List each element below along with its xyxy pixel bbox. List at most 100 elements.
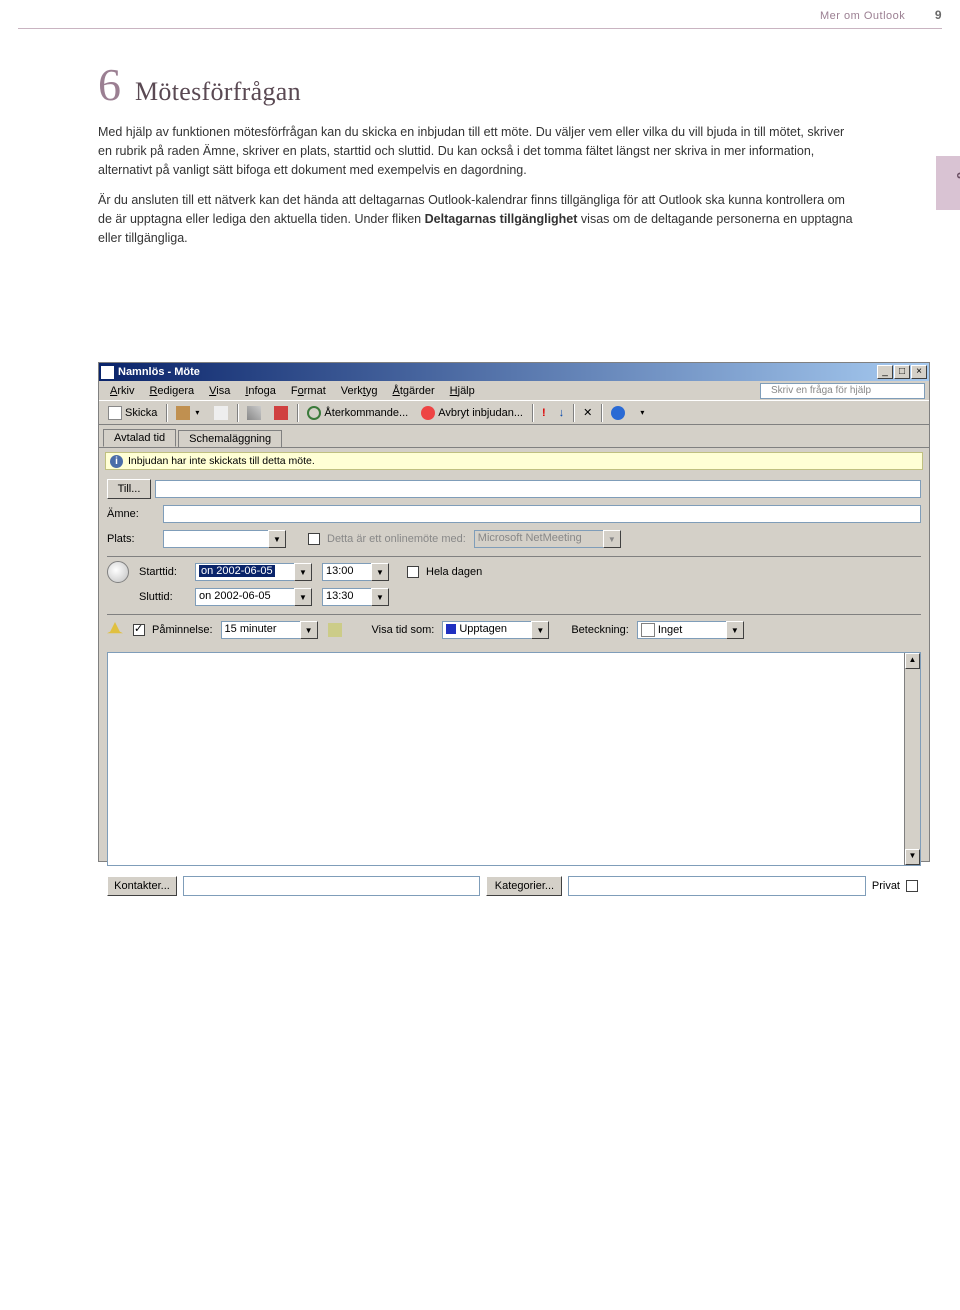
categories-button[interactable]: Kategorier... (486, 876, 562, 896)
label-label: Beteckning: (571, 624, 628, 636)
tabs: Avtalad tid Schemaläggning (99, 425, 929, 447)
private-label: Privat (872, 880, 900, 892)
paste-icon (214, 406, 228, 420)
showas-combo[interactable]: Upptagen▼ (442, 621, 549, 639)
reminder-label: Påminnelse: (152, 624, 213, 636)
attach-button[interactable] (241, 403, 267, 423)
subject-field[interactable] (163, 505, 921, 523)
help-tool[interactable] (605, 403, 631, 423)
priority-high-button[interactable]: ! (536, 403, 552, 423)
private-checkbox[interactable] (906, 880, 918, 892)
outlook-window: Namnlös - Möte _ □ × Arkiv Redigera Visa… (98, 362, 930, 862)
reminder-checkbox[interactable] (133, 624, 145, 636)
location-label: Plats: (107, 533, 159, 545)
menu-hjalp[interactable]: Hjälp (443, 384, 482, 398)
menu-arkiv[interactable]: Arkiv (103, 384, 141, 398)
contacts-field[interactable] (183, 876, 480, 896)
clock-icon (107, 561, 129, 583)
tab-avtalad-tid[interactable]: Avtalad tid (103, 429, 176, 447)
chapter-number: 6 (98, 58, 121, 111)
online-label: Detta är ett onlinemöte med: (327, 533, 466, 545)
contacts-button[interactable]: Kontakter... (107, 876, 177, 896)
send-button[interactable]: Skicka (102, 403, 163, 423)
window-icon (101, 366, 114, 379)
online-checkbox[interactable] (308, 533, 320, 545)
chapter-title: Mötesförfrågan (135, 77, 301, 107)
help-search[interactable]: Skriv en fråga för hjälp (760, 383, 925, 399)
start-label: Starttid: (139, 566, 191, 578)
arrow-down-icon: ↓ (559, 407, 565, 419)
flag-icon (274, 406, 288, 420)
insert-tool-1[interactable] (208, 403, 234, 423)
end-date[interactable]: on 2002-06-05▼ (195, 588, 312, 606)
info-text: Inbjudan har inte skickats till detta mö… (128, 455, 315, 467)
to-button[interactable]: Till... (107, 479, 151, 499)
accounts-icon (176, 406, 190, 420)
paragraph-2: Är du ansluten till ett nätverk kan det … (98, 191, 858, 247)
end-time[interactable]: 13:30▼ (322, 588, 389, 606)
scroll-up-icon[interactable]: ▲ (905, 653, 920, 669)
bottom-bar: Kontakter... Kategorier... Privat (99, 870, 929, 902)
speaker-icon (328, 623, 342, 637)
priority-low-button[interactable]: ↓ (553, 403, 571, 423)
recurring-button[interactable]: Återkommande... (301, 403, 414, 423)
recurrence-icon (307, 406, 321, 420)
end-label: Sluttid: (139, 591, 191, 603)
side-page-number: 9 (955, 172, 960, 179)
menu-redigera[interactable]: Redigera (142, 384, 201, 398)
delete-tool[interactable]: ✕ (577, 403, 598, 423)
online-app-combo: Microsoft NetMeeting▼ (474, 530, 621, 548)
header-rule (18, 28, 942, 29)
sound-button[interactable] (322, 620, 348, 640)
overflow-tool[interactable]: ▾ (632, 403, 652, 423)
menu-format[interactable]: Format (284, 384, 333, 398)
busy-swatch-icon (446, 624, 456, 634)
categories-field[interactable] (568, 876, 865, 896)
bell-icon (107, 622, 123, 638)
help-icon (611, 406, 625, 420)
start-date[interactable]: on 2002-06-05▼ (195, 563, 312, 581)
tab-schemalaggning[interactable]: Schemaläggning (178, 430, 282, 447)
paragraph-1: Med hjälp av funktionen mötesförfrågan k… (98, 123, 858, 179)
maximize-button[interactable]: □ (894, 365, 910, 379)
menu-verktyg[interactable]: Verktyg (334, 384, 385, 398)
start-time[interactable]: 13:00▼ (322, 563, 389, 581)
label-swatch-icon (641, 623, 655, 637)
flag-button[interactable] (268, 403, 294, 423)
body-text: 6 Mötesförfrågan Med hjälp av funktionen… (98, 54, 858, 248)
scroll-down-icon[interactable]: ▼ (905, 849, 920, 865)
location-combo[interactable]: ▼ (163, 530, 286, 548)
menu-infoga[interactable]: Infoga (238, 384, 283, 398)
form: Till... Ämne: Plats: ▼ Detta är ett onli… (99, 474, 929, 648)
exclamation-icon: ! (542, 407, 546, 419)
reminder-combo[interactable]: 15 minuter▼ (221, 621, 318, 639)
showas-label: Visa tid som: (372, 624, 435, 636)
close-button[interactable]: × (911, 365, 927, 379)
scrollbar[interactable]: ▲ ▼ (904, 653, 920, 865)
envelope-icon (108, 406, 122, 420)
chevron-down-icon[interactable]: ▼ (268, 530, 286, 548)
menu-visa[interactable]: Visa (202, 384, 237, 398)
page-header: Mer om Outlook 9 (820, 8, 942, 22)
subject-label: Ämne: (107, 508, 159, 520)
cancel-invite-button[interactable]: Avbryt inbjudan... (415, 403, 529, 423)
header-page-number: 9 (935, 8, 942, 22)
label-combo[interactable]: Inget▼ (637, 621, 744, 639)
allday-checkbox[interactable] (407, 566, 419, 578)
menu-atgarder[interactable]: Åtgärder (385, 384, 441, 398)
titlebar: Namnlös - Möte _ □ × (99, 363, 929, 381)
allday-label: Hela dagen (426, 566, 482, 578)
header-title: Mer om Outlook (820, 10, 905, 22)
info-bar: i Inbjudan har inte skickats till detta … (105, 452, 923, 470)
paperclip-icon (247, 406, 261, 420)
chapter-heading: 6 Mötesförfrågan (98, 58, 858, 111)
to-field[interactable] (155, 480, 921, 498)
accounts-button[interactable]: ▾ (170, 403, 207, 423)
side-tab (936, 156, 960, 210)
body-textarea[interactable]: ▲ ▼ (107, 652, 921, 866)
minimize-button[interactable]: _ (877, 365, 893, 379)
cancel-icon (421, 406, 435, 420)
info-icon: i (110, 455, 123, 468)
menubar: Arkiv Redigera Visa Infoga Format Verkty… (99, 381, 929, 401)
window-title: Namnlös - Möte (118, 366, 200, 378)
